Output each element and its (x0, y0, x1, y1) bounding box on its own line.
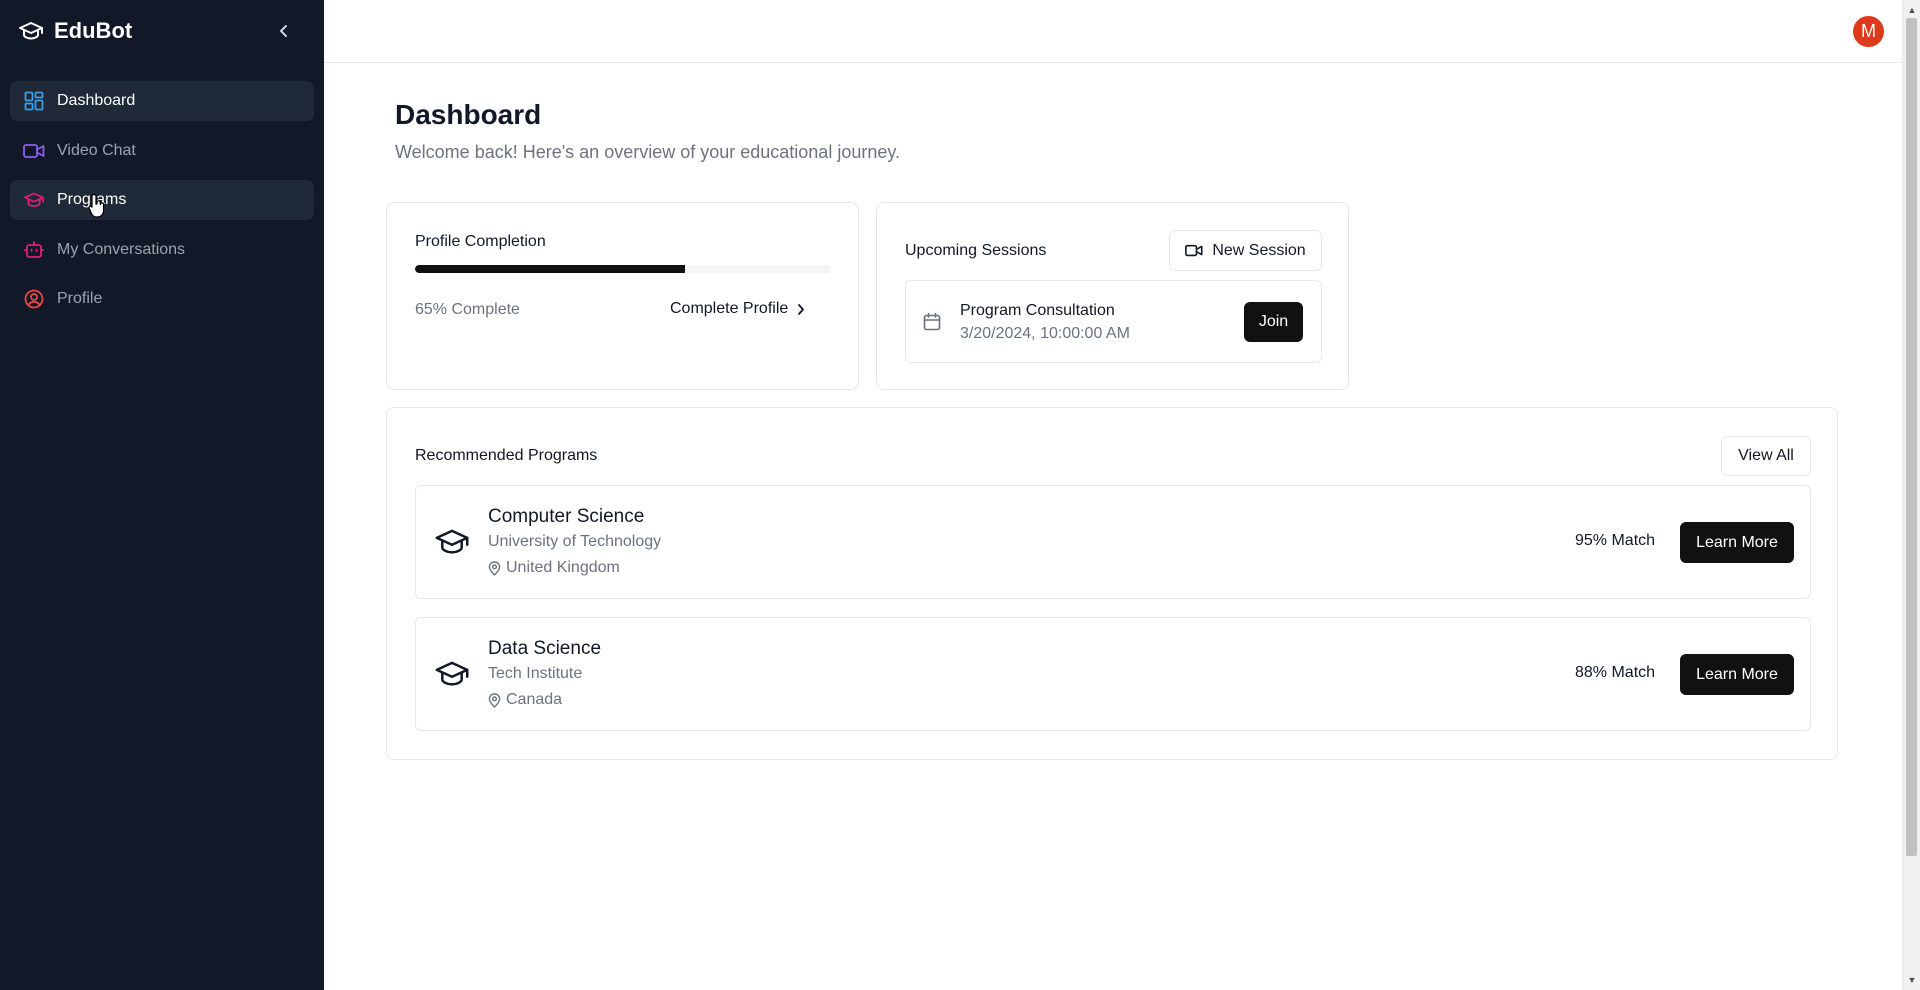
app-name: EduBot (54, 18, 133, 43)
collapse-sidebar-button[interactable] (274, 20, 294, 42)
calendar-icon (923, 312, 941, 331)
recommended-programs-card: Recommended Programs View All Computer S… (386, 407, 1838, 760)
map-pin-icon (488, 692, 501, 708)
program-name: Computer Science (488, 506, 645, 527)
sidebar-item-my-conversations[interactable]: My Conversations (10, 230, 314, 270)
sidebar-item-label: Video Chat (57, 141, 136, 159)
learn-more-button[interactable]: Learn More (1680, 522, 1794, 563)
progress-bar (415, 265, 831, 273)
sidebar-item-programs[interactable]: Programs (10, 180, 314, 220)
card-title: Upcoming Sessions (905, 242, 1047, 259)
program-location-text: Canada (506, 691, 563, 708)
sidebar-nav: Dashboard Video Chat Programs (10, 81, 314, 329)
sidebar-item-dashboard[interactable]: Dashboard (10, 81, 314, 121)
user-circle-icon (23, 288, 45, 310)
sidebar: EduBot Dashboard Video Chat My Conversat… (0, 0, 324, 990)
chevron-left-icon (280, 25, 287, 37)
dashboard-grid-icon (23, 90, 45, 112)
program-item: Data Science Tech Institute Canada 88% M… (415, 617, 1811, 731)
top-bar (324, 0, 1902, 63)
card-title: Profile Completion (415, 233, 546, 250)
sidebar-item-label: Profile (57, 290, 103, 307)
view-all-button[interactable]: View All (1721, 436, 1811, 476)
complete-profile-label: Complete Profile (670, 300, 789, 317)
sidebar-item-profile[interactable]: Profile (10, 279, 314, 319)
program-item: Computer Science University of Technolog… (415, 485, 1811, 599)
program-match: 88% Match (1575, 664, 1656, 681)
session-time: 3/20/2024, 10:00:00 AM (960, 325, 1130, 342)
sidebar-item-label: Dashboard (57, 92, 136, 109)
video-camera-icon (1185, 244, 1203, 257)
graduation-cap-icon (435, 661, 469, 686)
vertical-scrollbar[interactable]: ▲ ▼ (1902, 0, 1920, 990)
graduation-cap-icon (18, 18, 44, 44)
map-pin-icon (488, 560, 501, 576)
scrollbar-thumb[interactable] (1906, 18, 1917, 856)
progress-bar-fill (415, 265, 686, 273)
card-title: Recommended Programs (415, 447, 598, 464)
program-institution: University of Technology (488, 533, 662, 550)
video-camera-icon (23, 140, 45, 162)
sidebar-item-label: My Conversations (57, 240, 186, 258)
chevron-right-icon (798, 303, 805, 315)
program-location: Canada (488, 691, 562, 709)
complete-profile-link[interactable]: Complete Profile (670, 300, 805, 318)
graduation-cap-icon (435, 529, 469, 554)
avatar[interactable]: M (1853, 16, 1884, 47)
hand-pointer-cursor-icon (88, 193, 105, 218)
program-location-text: United Kingdom (506, 559, 620, 576)
program-match: 95% Match (1575, 532, 1656, 549)
progress-text: 65% Complete (415, 301, 520, 318)
join-button[interactable]: Join (1244, 302, 1303, 342)
scroll-down-arrow-icon[interactable]: ▼ (1903, 972, 1920, 988)
page-subtitle: Welcome back! Here's an overview of your… (395, 142, 901, 162)
new-session-label: New Session (1212, 241, 1306, 259)
program-name: Data Science (488, 638, 602, 659)
page-title: Dashboard (395, 99, 542, 130)
learn-more-button[interactable]: Learn More (1680, 654, 1794, 695)
program-institution: Tech Institute (488, 665, 583, 682)
upcoming-sessions-card: Upcoming Sessions New Session Program Co… (876, 202, 1349, 390)
program-location: United Kingdom (488, 559, 620, 577)
profile-completion-card: Profile Completion 65% Complete Complete… (386, 202, 859, 390)
new-session-button[interactable]: New Session (1169, 230, 1322, 271)
brand: EduBot (18, 18, 132, 44)
scroll-up-arrow-icon[interactable]: ▲ (1903, 2, 1920, 18)
sidebar-item-video-chat[interactable]: Video Chat (10, 131, 314, 171)
session-item: Program Consultation 3/20/2024, 10:00:00… (905, 280, 1322, 363)
graduation-cap-icon (23, 189, 45, 211)
session-name: Program Consultation (960, 302, 1115, 319)
bot-icon (23, 239, 45, 261)
